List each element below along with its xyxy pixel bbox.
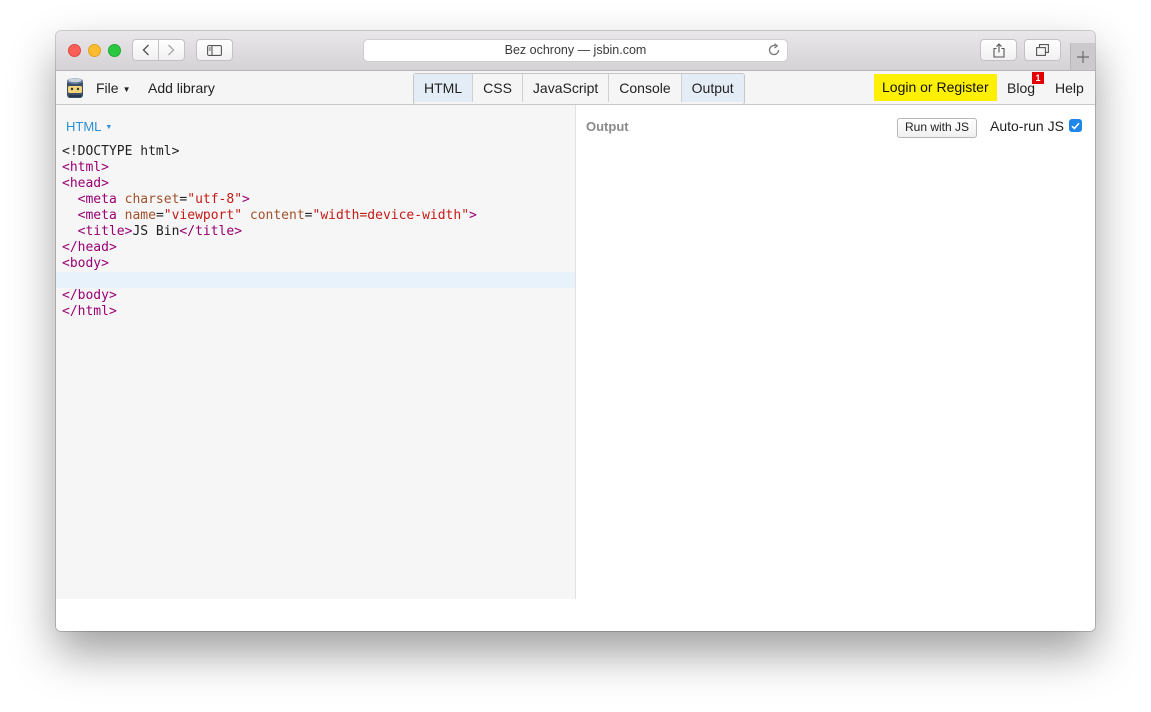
login-register-button[interactable]: Login or Register: [874, 74, 997, 101]
code-line[interactable]: <title>JS Bin</title>: [62, 224, 575, 240]
output-panel: Output Run with JS Auto-run JS: [576, 105, 1095, 599]
code-line[interactable]: <!DOCTYPE html>: [62, 144, 575, 160]
editor-mode-menu[interactable]: HTML ▼: [66, 119, 112, 134]
code-line[interactable]: <head>: [62, 176, 575, 192]
code-token: content: [249, 208, 305, 223]
code-token: name: [124, 208, 156, 223]
address-text: Bez ochrony — jsbin.com: [504, 43, 647, 57]
title-bar: Bez ochrony — jsbin.com: [56, 31, 1095, 71]
code-token: </head>: [62, 240, 117, 255]
sidebar-button[interactable]: [196, 39, 233, 61]
plus-icon: [1077, 50, 1089, 63]
code-token: </title>: [179, 224, 243, 239]
help-link[interactable]: Help: [1055, 80, 1084, 96]
share-icon: [992, 42, 1005, 58]
jsbin-logo[interactable]: [65, 76, 85, 103]
jsbin-toolbar: File ▼ Add library HTML CSS JavaScript Co…: [56, 71, 1095, 105]
code-token: charset: [124, 192, 180, 207]
editor-mode-label: HTML: [66, 119, 102, 134]
caret-down-icon: ▼: [105, 124, 113, 131]
back-forward-group: [132, 39, 185, 61]
tab-css[interactable]: CSS: [473, 74, 523, 102]
share-button[interactable]: [980, 39, 1017, 61]
autorun-checkbox[interactable]: [1069, 119, 1082, 132]
tab-console[interactable]: Console: [609, 74, 682, 102]
code-token: </body>: [62, 288, 117, 303]
code-token: <meta: [77, 192, 125, 207]
forward-button[interactable]: [159, 40, 184, 60]
close-window-button[interactable]: [68, 44, 81, 57]
zoom-window-button[interactable]: [108, 44, 121, 57]
back-button[interactable]: [133, 40, 158, 60]
browser-window: Bez ochrony — jsbin.com File ▼ Add libra…: [56, 31, 1095, 631]
file-menu-label: File: [96, 80, 119, 96]
code-token: JS Bin: [132, 224, 180, 239]
code-token: <meta: [77, 208, 125, 223]
code-line[interactable]: </head>: [62, 240, 575, 256]
code-token: <html>: [62, 160, 109, 175]
code-line[interactable]: <body>: [62, 256, 575, 272]
code-token: "width=device-width": [312, 208, 470, 223]
code-line[interactable]: </html>: [62, 304, 575, 320]
show-tabs-button[interactable]: [1024, 39, 1061, 61]
run-with-js-button[interactable]: Run with JS: [897, 118, 978, 138]
code-token: <head>: [62, 176, 109, 191]
code-token: <body>: [62, 256, 109, 271]
html-editor-panel: HTML ▼ <!DOCTYPE html> <html> <head> <meta …: [56, 105, 576, 599]
jsbin-logo-icon: [67, 78, 83, 98]
code-token: <title>: [77, 224, 133, 239]
tab-html[interactable]: HTML: [414, 74, 474, 102]
output-label: Output: [586, 119, 629, 134]
back-icon: [142, 44, 149, 56]
code-token: >: [469, 208, 477, 223]
code-token: >: [242, 192, 250, 207]
blog-link[interactable]: Blog: [1007, 80, 1035, 96]
add-library-menu[interactable]: Add library: [148, 80, 215, 96]
tab-javascript[interactable]: JavaScript: [523, 74, 610, 102]
code-line[interactable]: <meta name="viewport" content="width=dev…: [62, 208, 575, 224]
code-token: =: [304, 208, 313, 223]
file-menu[interactable]: File ▼: [96, 80, 130, 96]
code-line[interactable]: </body>: [62, 288, 575, 304]
code-line[interactable]: <meta charset="utf-8">: [62, 192, 575, 208]
code-token: <!DOCTYPE html>: [62, 144, 180, 159]
minimize-window-button[interactable]: [88, 44, 101, 57]
add-library-label: Add library: [148, 80, 215, 96]
code-token: =: [155, 208, 164, 223]
caret-down-icon: ▼: [122, 85, 131, 94]
sidebar-icon: [207, 44, 222, 56]
new-tab-button[interactable]: [1070, 43, 1095, 70]
panel-toggle-group: HTML CSS JavaScript Console Output: [413, 73, 745, 105]
code-token: </html>: [62, 304, 117, 319]
autorun-label: Auto-run JS: [990, 118, 1064, 134]
address-bar[interactable]: Bez ochrony — jsbin.com: [363, 39, 788, 62]
code-token: "utf-8": [187, 192, 243, 207]
tab-output[interactable]: Output: [681, 74, 744, 102]
code-line[interactable]: <html>: [62, 160, 575, 176]
code-line[interactable]: [56, 272, 575, 288]
window-bottom: [56, 599, 1095, 631]
code-editor[interactable]: <!DOCTYPE html> <html> <head> <meta charse…: [56, 144, 575, 320]
forward-icon: [168, 44, 175, 56]
blog-notification-badge: 1: [1032, 72, 1044, 84]
code-token: "viewport": [163, 208, 243, 223]
reload-button[interactable]: [768, 43, 781, 64]
reload-icon: [768, 43, 780, 56]
tabs-icon: [1036, 44, 1049, 56]
checkmark-icon: [1071, 122, 1080, 130]
